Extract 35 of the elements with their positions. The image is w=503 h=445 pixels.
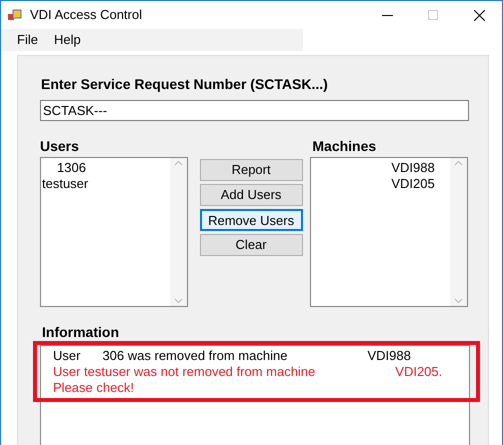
message-text: Please check!: [53, 380, 134, 396]
action-button[interactable]: Clear: [200, 234, 303, 256]
close-icon: [474, 10, 484, 20]
scroll-down-icon[interactable]: [174, 298, 183, 304]
menu-item[interactable]: Help: [46, 30, 89, 50]
field-label: Enter Service Request Number (SCTASK...): [41, 76, 329, 93]
window-title: VDI Access Control: [30, 6, 142, 24]
list-item[interactable]: VDI205: [311, 176, 450, 192]
message-text: VDI205.: [395, 364, 442, 380]
input-field[interactable]: SCTASK---: [40, 100, 469, 121]
list-item[interactable]: testuser: [41, 176, 170, 192]
message-text: User testuser was not removed from machine: [53, 364, 316, 380]
message-text: 306 was removed from machine: [102, 348, 288, 364]
scrollbar[interactable]: [170, 158, 187, 306]
list-item[interactable]: VDI988: [311, 160, 450, 176]
action-button[interactable]: Remove Users: [200, 209, 303, 231]
list-box[interactable]: 1306 testuser: [40, 157, 188, 307]
message-text: VDI988: [367, 348, 411, 364]
scroll-up-icon[interactable]: [454, 160, 463, 166]
minimize-icon: [382, 14, 392, 16]
section-label: Machines: [312, 138, 378, 155]
menu-item[interactable]: File: [9, 30, 46, 50]
list-item[interactable]: 1306: [41, 160, 170, 176]
section-label: Users: [40, 138, 80, 155]
app-icon: [8, 9, 22, 21]
information-box[interactable]: User 306 was removed from machine VDI988 User testuser was not removed from machine VDI205. Please check!: [40, 345, 470, 445]
scrollbar[interactable]: [450, 158, 467, 306]
section-label: Information: [42, 324, 120, 341]
action-button[interactable]: Add Users: [200, 184, 303, 206]
message-text: User: [53, 348, 80, 364]
list-box[interactable]: VDI988 VDI205: [310, 157, 468, 307]
scroll-down-icon[interactable]: [454, 298, 463, 304]
scroll-up-icon[interactable]: [174, 160, 183, 166]
maximize-icon: [428, 10, 438, 20]
action-button[interactable]: Report: [200, 159, 303, 181]
